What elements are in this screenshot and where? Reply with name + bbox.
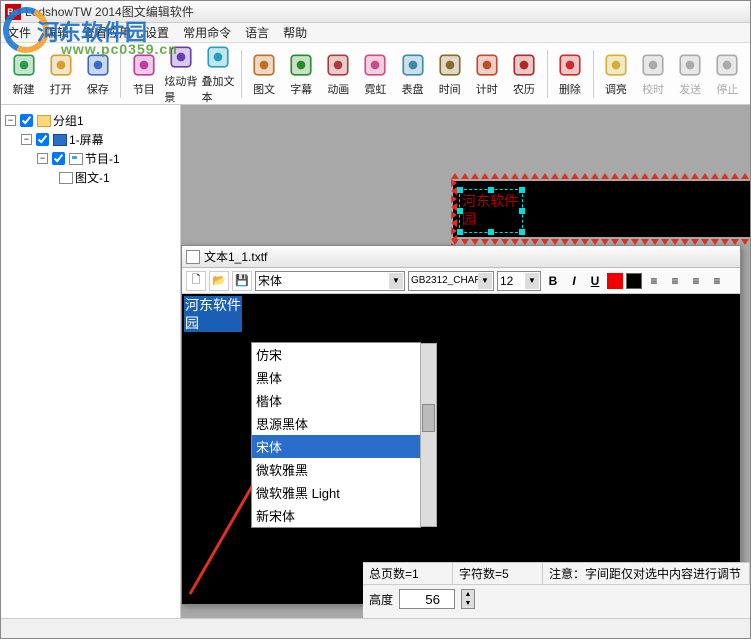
status-bar: 总页数=1 字符数=5 注意：字间距仅对选中内容进行调节 bbox=[363, 563, 750, 585]
group-check[interactable] bbox=[20, 114, 33, 127]
toolbar-炫动背景[interactable]: 炫动背景 bbox=[164, 43, 197, 105]
app-icon: Bx bbox=[5, 4, 21, 20]
text-edit-area[interactable]: 河东软件园 仿宋黑体楷体思源黑体宋体微软雅黑微软雅黑 Light新宋体 bbox=[182, 294, 740, 604]
chevron-down-icon[interactable]: ▼ bbox=[478, 273, 492, 289]
toolbar-新建[interactable]: 新建 bbox=[7, 51, 40, 97]
bold-button[interactable]: B bbox=[544, 272, 562, 290]
toolbar-动画[interactable]: 动画 bbox=[322, 51, 355, 97]
size-combo[interactable]: 12 ▼ bbox=[497, 271, 541, 291]
tree-panel: − 分组1 − 1-屏幕 − 节目-1 图文-1 bbox=[1, 105, 181, 618]
toolbar-删除[interactable]: 删除 bbox=[553, 51, 586, 97]
status-pages: 总页数=1 bbox=[363, 563, 453, 584]
toolbar-节目[interactable]: 节目 bbox=[127, 51, 160, 97]
toolbar-发送: 发送 bbox=[674, 51, 707, 97]
charset-combo[interactable]: GB2312_CHAR ▼ bbox=[408, 271, 494, 291]
toolbar-调亮[interactable]: 调亮 bbox=[599, 51, 632, 97]
footer-bar bbox=[1, 618, 750, 638]
toolbar-保存[interactable]: 保存 bbox=[81, 51, 114, 97]
toolbar-图文[interactable]: 图文 bbox=[248, 51, 281, 97]
font-option[interactable]: 微软雅黑 bbox=[252, 458, 420, 481]
menu-bar: 文件 编辑 查看应用 设置 常用命令 语言 帮助 bbox=[1, 23, 750, 43]
folder-icon bbox=[37, 115, 51, 127]
preview-text: 河东软件园 bbox=[460, 190, 522, 230]
tree-group[interactable]: − 分组1 bbox=[5, 111, 176, 130]
menu-settings[interactable]: 设置 bbox=[145, 24, 169, 41]
font-option[interactable]: 楷体 bbox=[252, 389, 420, 412]
toolbar-打开[interactable]: 打开 bbox=[44, 51, 77, 97]
dropdown-scrollbar[interactable] bbox=[420, 343, 437, 527]
height-input[interactable] bbox=[399, 589, 455, 609]
selection-box[interactable]: 河东软件园 bbox=[459, 189, 523, 233]
new-file-button[interactable]: 🗋 bbox=[186, 271, 206, 291]
led-preview[interactable]: 河东软件园 bbox=[453, 181, 750, 237]
main-toolbar: 新建打开保存节目炫动背景叠加文本图文字幕动画霓虹表盘时间计时农历删除调亮校时发送… bbox=[1, 43, 750, 105]
color-black[interactable] bbox=[626, 273, 642, 289]
chevron-down-icon[interactable]: ▼ bbox=[389, 273, 403, 289]
imgtext-icon bbox=[59, 172, 73, 184]
bottom-panel: 总页数=1 字符数=5 注意：字间距仅对选中内容进行调节 高度 ▲▼ bbox=[363, 562, 750, 618]
toolbar-霓虹[interactable]: 霓虹 bbox=[359, 51, 392, 97]
toolbar-停止: 停止 bbox=[711, 51, 744, 97]
program-icon bbox=[69, 153, 83, 165]
selected-text: 河东软件园 bbox=[184, 296, 242, 332]
screen-check[interactable] bbox=[36, 133, 49, 146]
toolbar-农历[interactable]: 农历 bbox=[507, 51, 540, 97]
menu-commands[interactable]: 常用命令 bbox=[183, 24, 231, 41]
tree-program[interactable]: − 节目-1 bbox=[5, 149, 176, 168]
status-note: 注意：字间距仅对选中内容进行调节 bbox=[543, 563, 750, 584]
open-file-button[interactable]: 📂 bbox=[209, 271, 229, 291]
font-dropdown[interactable]: 仿宋黑体楷体思源黑体宋体微软雅黑微软雅黑 Light新宋体 bbox=[251, 342, 421, 528]
title-bar: Bx LedshowTW 2014图文编辑软件 bbox=[1, 1, 750, 23]
toolbar-时间[interactable]: 时间 bbox=[433, 51, 466, 97]
align-center-button[interactable]: ≡ bbox=[666, 272, 684, 290]
font-option[interactable]: 黑体 bbox=[252, 366, 420, 389]
italic-button[interactable]: I bbox=[565, 272, 583, 290]
tree-screen[interactable]: − 1-屏幕 bbox=[5, 130, 176, 149]
align-left-button[interactable]: ≡ bbox=[645, 272, 663, 290]
color-red[interactable] bbox=[607, 273, 623, 289]
menu-view[interactable]: 查看应用 bbox=[83, 24, 131, 41]
height-spinner[interactable]: ▲▼ bbox=[461, 589, 475, 609]
toolbar-计时[interactable]: 计时 bbox=[470, 51, 503, 97]
align-right-button[interactable]: ≡ bbox=[687, 272, 705, 290]
text-toolbar: 🗋 📂 💾 宋体 ▼ GB2312_CHAR ▼ 12 ▼ B I U bbox=[182, 268, 740, 294]
height-label: 高度 bbox=[369, 591, 393, 608]
underline-button[interactable]: U bbox=[586, 272, 604, 290]
toolbar-校时: 校时 bbox=[637, 51, 670, 97]
screen-icon bbox=[53, 134, 67, 146]
text-editor-window: 文本1_1.txtf 🗋 📂 💾 宋体 ▼ GB2312_CHAR ▼ 12 ▼ bbox=[181, 245, 741, 605]
chevron-down-icon[interactable]: ▼ bbox=[525, 273, 539, 289]
menu-edit[interactable]: 编辑 bbox=[45, 24, 69, 41]
toolbar-叠加文本[interactable]: 叠加文本 bbox=[202, 43, 235, 105]
font-combo[interactable]: 宋体 ▼ bbox=[255, 271, 405, 291]
menu-help[interactable]: 帮助 bbox=[283, 24, 307, 41]
align-justify-button[interactable]: ≡ bbox=[708, 272, 726, 290]
toolbar-字幕[interactable]: 字幕 bbox=[285, 51, 318, 97]
menu-language[interactable]: 语言 bbox=[245, 24, 269, 41]
save-file-button[interactable]: 💾 bbox=[232, 271, 252, 291]
status-chars: 字符数=5 bbox=[453, 563, 543, 584]
app-title: LedshowTW 2014图文编辑软件 bbox=[25, 3, 194, 20]
program-check[interactable] bbox=[52, 152, 65, 165]
font-option[interactable]: 微软雅黑 Light bbox=[252, 481, 420, 504]
file-icon bbox=[186, 250, 200, 264]
font-option[interactable]: 新宋体 bbox=[252, 504, 420, 527]
preview-canvas: 河东软件园 文本1_1.txtf 🗋 📂 💾 宋体 ▼ GB2312_CHAR … bbox=[181, 105, 750, 618]
menu-file[interactable]: 文件 bbox=[7, 24, 31, 41]
text-window-titlebar[interactable]: 文本1_1.txtf bbox=[182, 246, 740, 268]
font-option[interactable]: 仿宋 bbox=[252, 343, 420, 366]
font-option[interactable]: 思源黑体 bbox=[252, 412, 420, 435]
tree-item[interactable]: 图文-1 bbox=[5, 168, 176, 187]
toolbar-表盘[interactable]: 表盘 bbox=[396, 51, 429, 97]
font-option[interactable]: 宋体 bbox=[252, 435, 420, 458]
